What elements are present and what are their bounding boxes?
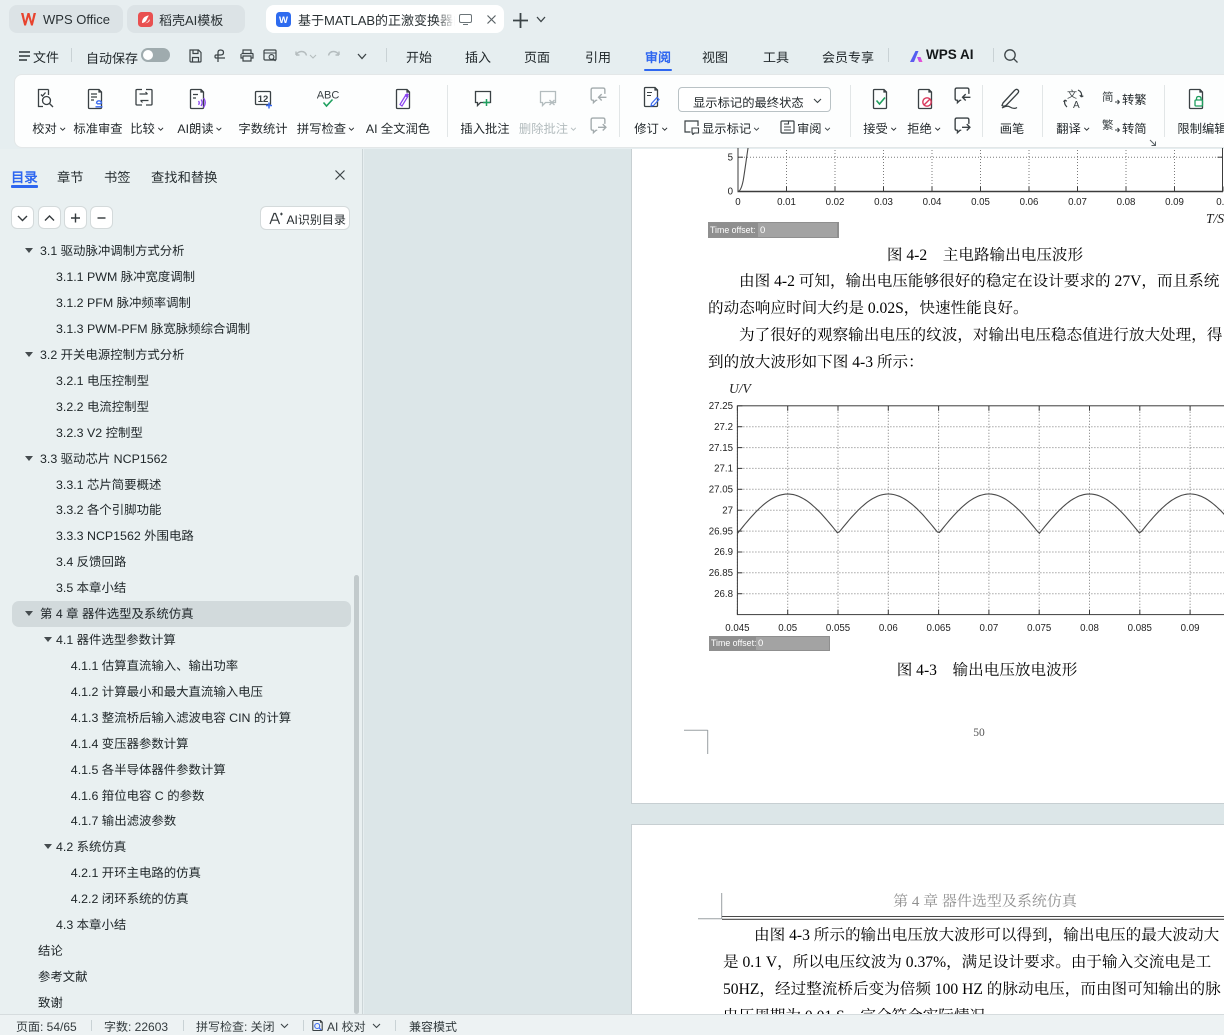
svg-text:0.05: 0.05 bbox=[971, 197, 990, 208]
svg-text:W: W bbox=[279, 15, 288, 26]
svg-text:27.15: 27.15 bbox=[709, 443, 733, 454]
svg-text:0: 0 bbox=[735, 197, 741, 208]
svg-text:A: A bbox=[1073, 100, 1080, 111]
svg-text:27.05: 27.05 bbox=[709, 485, 733, 496]
svg-text:26.85: 26.85 bbox=[709, 568, 733, 579]
svg-text:0.04: 0.04 bbox=[923, 197, 942, 208]
svg-text:0.07: 0.07 bbox=[979, 623, 998, 634]
svg-text:27.2: 27.2 bbox=[714, 422, 733, 433]
svg-text:0.06: 0.06 bbox=[879, 623, 898, 634]
svg-text:0.1: 0.1 bbox=[1216, 197, 1224, 208]
svg-text:0: 0 bbox=[728, 187, 734, 198]
svg-text:0.06: 0.06 bbox=[1020, 197, 1039, 208]
svg-text:0.08: 0.08 bbox=[1117, 197, 1136, 208]
svg-text:0.045: 0.045 bbox=[725, 623, 749, 634]
svg-text:0.08: 0.08 bbox=[1080, 623, 1099, 634]
svg-text:0.09: 0.09 bbox=[1181, 623, 1200, 634]
svg-text:0.09: 0.09 bbox=[1165, 197, 1184, 208]
svg-text:0.01: 0.01 bbox=[777, 197, 796, 208]
svg-text:繁: 繁 bbox=[1102, 117, 1114, 133]
svg-text:0.075: 0.075 bbox=[1027, 623, 1051, 634]
svg-text:0.07: 0.07 bbox=[1068, 197, 1087, 208]
svg-text:5: 5 bbox=[728, 153, 733, 164]
svg-text:26.8: 26.8 bbox=[714, 589, 733, 600]
svg-text:0.03: 0.03 bbox=[874, 197, 893, 208]
svg-text:T/S: T/S bbox=[1206, 211, 1224, 226]
svg-text:27.1: 27.1 bbox=[714, 464, 733, 475]
svg-text:简: 简 bbox=[1102, 89, 1114, 105]
svg-text:27.25: 27.25 bbox=[709, 401, 733, 412]
svg-text:0.065: 0.065 bbox=[926, 623, 950, 634]
svg-text:26.9: 26.9 bbox=[714, 547, 733, 558]
svg-text:0.085: 0.085 bbox=[1128, 623, 1152, 634]
svg-text:ABC: ABC bbox=[317, 90, 339, 102]
svg-text:0.02: 0.02 bbox=[826, 197, 845, 208]
svg-text:26.95: 26.95 bbox=[709, 526, 733, 537]
svg-text:U/V: U/V bbox=[729, 381, 753, 396]
svg-text:0.055: 0.055 bbox=[826, 623, 850, 634]
svg-text:0.05: 0.05 bbox=[778, 623, 797, 634]
svg-text:文: 文 bbox=[1067, 87, 1077, 101]
svg-text:27: 27 bbox=[722, 505, 733, 516]
svg-text:12: 12 bbox=[258, 94, 269, 105]
